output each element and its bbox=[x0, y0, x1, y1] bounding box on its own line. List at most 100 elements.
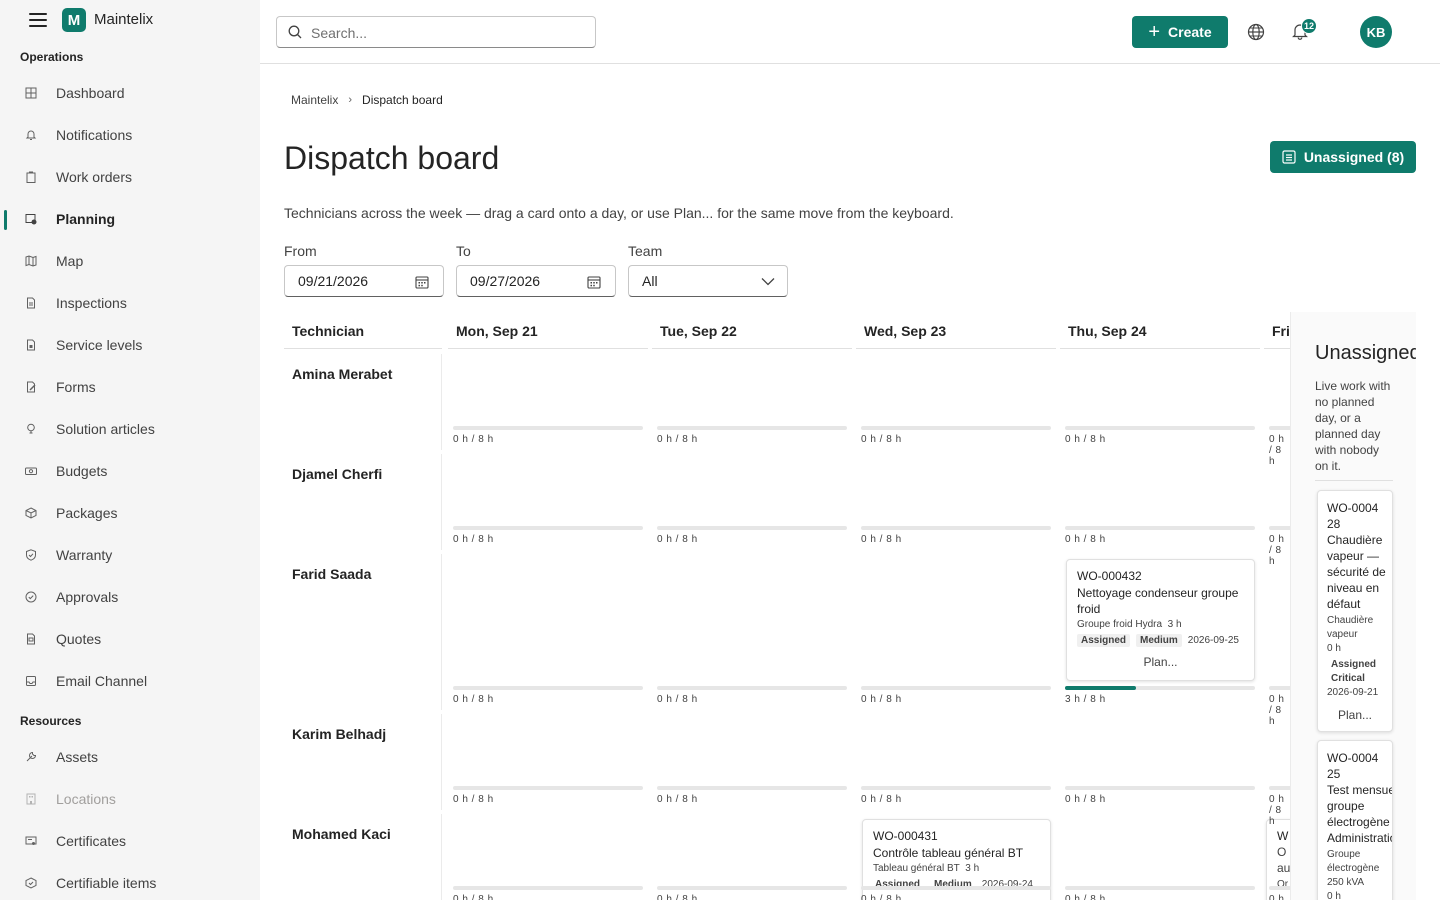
technician-cell: Karim Belhadj bbox=[284, 714, 442, 810]
status-badge: Assigned bbox=[1077, 634, 1131, 647]
work-order-duration: 0 h bbox=[1327, 891, 1341, 900]
capacity-bar bbox=[861, 426, 1051, 430]
capacity-label: 0 h / 8 h bbox=[453, 434, 494, 445]
capacity-label: 0 h / 8 h bbox=[861, 694, 902, 705]
work-order-duration: 0 h bbox=[1327, 643, 1341, 654]
nav-item-warranty[interactable]: Warranty bbox=[0, 538, 260, 574]
app-logo: M bbox=[62, 8, 86, 32]
capacity-label: 0 h / 8 h bbox=[1065, 894, 1106, 900]
nav-item-assets[interactable]: Assets bbox=[0, 740, 260, 776]
building-icon bbox=[24, 792, 38, 806]
from-label: From bbox=[284, 243, 317, 259]
nav-item-forms[interactable]: Forms bbox=[0, 370, 260, 406]
quote-document-icon bbox=[24, 632, 38, 646]
unassigned-button[interactable]: Unassigned (8) bbox=[1270, 141, 1416, 173]
nav-item-dashboard[interactable]: Dashboard bbox=[0, 76, 260, 112]
work-order-title: Test mensuel groupe électrogène + Admini… bbox=[1327, 783, 1392, 845]
capacity-label: 0 h / 8 h bbox=[861, 894, 902, 900]
calendar-icon[interactable] bbox=[415, 275, 429, 289]
capacity-label: 0 h / 8 h bbox=[1065, 434, 1106, 445]
capacity-label: 0 h / 8 h bbox=[1269, 694, 1285, 727]
status-badge: Assigned bbox=[1331, 659, 1377, 670]
nav-item-certifiable-items[interactable]: Certifiable items bbox=[0, 866, 260, 900]
search-box[interactable] bbox=[276, 16, 596, 48]
search-input[interactable] bbox=[311, 23, 581, 43]
work-order-id[interactable]: W bbox=[1277, 829, 1288, 843]
nav-item-work-orders[interactable]: Work orders bbox=[0, 160, 260, 196]
certificate-icon bbox=[24, 834, 38, 848]
unassigned-work-order-card[interactable]: WO-000425 Test mensuel groupe électrogèn… bbox=[1317, 740, 1393, 900]
unassigned-work-order-card[interactable]: WO-000428 Chaudière vapeur — sécurité de… bbox=[1317, 490, 1393, 732]
work-order-asset: Chaudière vapeur bbox=[1327, 615, 1374, 640]
money-icon bbox=[24, 464, 38, 478]
hamburger-menu-icon[interactable] bbox=[29, 13, 47, 27]
work-order-id[interactable]: WO-000428 bbox=[1327, 500, 1383, 532]
nav-item-solution-articles[interactable]: Solution articles bbox=[0, 412, 260, 448]
capacity-bar bbox=[861, 686, 1051, 690]
plan-button[interactable]: Plan... bbox=[1327, 708, 1383, 722]
work-order-card[interactable]: WO-000432 Nettoyage condenseur groupe fr… bbox=[1066, 559, 1255, 681]
capacity-bar bbox=[453, 786, 643, 790]
capacity-bar bbox=[1065, 426, 1255, 430]
to-label: To bbox=[456, 243, 471, 259]
capacity-bar bbox=[657, 686, 847, 690]
capacity-bar bbox=[1269, 886, 1290, 890]
work-order-title: Chaudière vapeur — sécurité de niveau en… bbox=[1327, 533, 1386, 611]
nav-item-inspections[interactable]: Inspections bbox=[0, 286, 260, 322]
nav-item-email-channel[interactable]: Email Channel bbox=[0, 664, 260, 700]
nav-item-quotes[interactable]: Quotes bbox=[0, 622, 260, 658]
breadcrumb-current: Dispatch board bbox=[362, 93, 443, 107]
capacity-label: 0 h / 8 h bbox=[657, 694, 698, 705]
work-order-id[interactable]: WO-000431 bbox=[873, 829, 938, 843]
capacity-bar bbox=[1269, 426, 1290, 430]
capacity-label: 0 h / 8 h bbox=[657, 534, 698, 545]
nav-item-locations[interactable]: Locations bbox=[0, 782, 260, 818]
nav-item-budgets[interactable]: Budgets bbox=[0, 454, 260, 490]
capacity-bar bbox=[657, 786, 847, 790]
calendar-icon[interactable] bbox=[587, 275, 601, 289]
document-lock-icon bbox=[24, 338, 38, 352]
wrench-icon bbox=[24, 750, 38, 764]
user-avatar[interactable]: KB bbox=[1360, 16, 1392, 48]
nav-item-notifications[interactable]: Notifications bbox=[0, 118, 260, 154]
capacity-label: 0 h / 8 h bbox=[453, 794, 494, 805]
nav-item-certificates[interactable]: Certificates bbox=[0, 824, 260, 860]
divider bbox=[1315, 480, 1393, 481]
work-order-id[interactable]: WO-000432 bbox=[1077, 569, 1142, 583]
capacity-bar bbox=[1065, 886, 1255, 890]
team-label: Team bbox=[628, 243, 663, 259]
nav-item-packages[interactable]: Packages bbox=[0, 496, 260, 532]
breadcrumb: Maintelix › Dispatch board bbox=[291, 93, 443, 107]
capacity-label: 0 h / 8 h bbox=[453, 894, 494, 900]
unassigned-title: Unassigned bbox=[1315, 342, 1416, 364]
work-order-meta: Tableau général BT 3 h bbox=[873, 863, 980, 874]
to-date-field[interactable]: 09/27/2026 bbox=[456, 265, 616, 297]
page-title: Dispatch board bbox=[284, 140, 500, 176]
top-bar: + Create 12 KB bbox=[260, 0, 1440, 64]
unassigned-panel: Unassigned Live work with no planned day… bbox=[1290, 312, 1416, 900]
page-description: Technicians across the week — drag a car… bbox=[284, 205, 954, 221]
nav-item-approvals[interactable]: Approvals bbox=[0, 580, 260, 616]
work-order-id[interactable]: WO-000425 bbox=[1327, 750, 1383, 782]
app-name: Maintelix bbox=[94, 11, 154, 28]
work-order-asset: Groupe électrogène 250 kVA bbox=[1327, 849, 1380, 888]
capacity-label: 0 h / 8 h bbox=[1065, 794, 1106, 805]
chevron-down-icon bbox=[761, 278, 775, 286]
dispatch-board: Technician Mon, Sep 21 Tue, Sep 22 Wed, … bbox=[284, 312, 1290, 900]
capacity-label: 0 h / 8 h bbox=[861, 794, 902, 805]
map-icon bbox=[24, 254, 38, 268]
create-button[interactable]: + Create bbox=[1132, 16, 1228, 48]
capacity-label: 0 h / 8 h bbox=[657, 794, 698, 805]
nav-item-map[interactable]: Map bbox=[0, 244, 260, 280]
unassigned-description: Live work with no planned day, or a plan… bbox=[1315, 379, 1391, 473]
nav-item-planning[interactable]: Planning bbox=[0, 202, 260, 238]
breadcrumb-root-link[interactable]: Maintelix bbox=[291, 93, 338, 107]
capacity-bar bbox=[1065, 786, 1255, 790]
globe-icon[interactable] bbox=[1247, 23, 1265, 41]
calendar-clock-icon bbox=[24, 212, 38, 226]
from-date-field[interactable]: 09/21/2026 bbox=[284, 265, 444, 297]
plan-button[interactable]: Plan... bbox=[1067, 655, 1254, 669]
nav-item-service-levels[interactable]: Service levels bbox=[0, 328, 260, 364]
capacity-label: 0 h / 8 h bbox=[1269, 894, 1285, 900]
team-select[interactable]: All bbox=[628, 265, 788, 297]
